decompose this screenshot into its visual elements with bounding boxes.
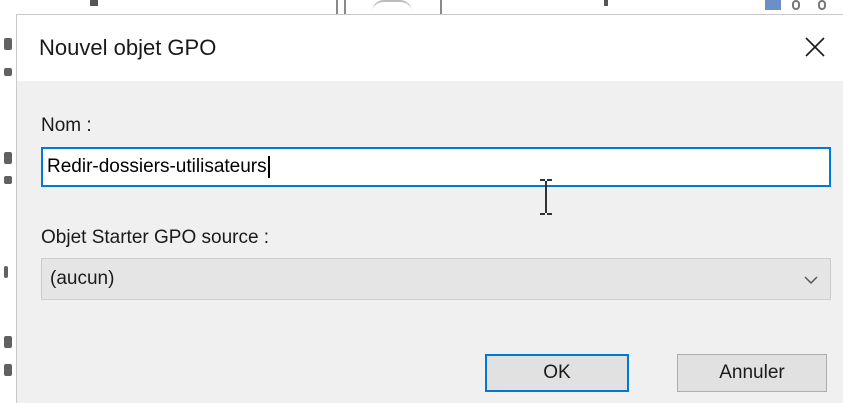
dialog-titlebar: Nouvel objet GPO — [17, 15, 843, 81]
background-fragment — [765, 0, 781, 10]
ok-button[interactable]: OK — [485, 354, 629, 392]
starter-gpo-select[interactable]: (aucun) — [41, 258, 831, 300]
background-fragment — [372, 0, 412, 12]
background-window-strip — [0, 0, 843, 14]
background-fragment — [4, 68, 12, 76]
background-fragment — [344, 0, 346, 14]
background-fragment — [440, 0, 442, 14]
background-fragment — [818, 0, 826, 10]
background-fragment — [4, 152, 12, 164]
new-gpo-dialog: Nouvel objet GPO Nom : Redir-dossiers-ut… — [16, 14, 843, 403]
background-fragment — [4, 38, 12, 50]
text-caret — [267, 156, 270, 178]
close-button[interactable] — [787, 21, 843, 73]
background-fragment — [792, 0, 800, 10]
background-fragment — [4, 266, 8, 278]
ibeam-cursor-icon — [540, 179, 552, 215]
background-fragment — [90, 0, 98, 6]
background-window-edge — [0, 14, 16, 403]
background-fragment — [4, 364, 12, 376]
dialog-body: Nom : Redir-dossiers-utilisateurs Objet … — [17, 81, 843, 403]
chevron-down-icon — [804, 276, 818, 285]
name-input-value: Redir-dossiers-utilisateurs — [47, 156, 267, 177]
background-fragment — [4, 176, 12, 184]
background-fragment — [604, 0, 608, 6]
close-icon — [805, 37, 825, 57]
cancel-button[interactable]: Annuler — [677, 354, 827, 392]
starter-gpo-label: Objet Starter GPO source : — [41, 227, 270, 248]
background-fragment — [4, 336, 12, 348]
name-input[interactable]: Redir-dossiers-utilisateurs — [41, 147, 831, 187]
screen: Nouvel objet GPO Nom : Redir-dossiers-ut… — [0, 0, 843, 403]
dialog-title: Nouvel objet GPO — [39, 35, 217, 60]
starter-gpo-selected-value: (aucun) — [50, 268, 115, 289]
name-label: Nom : — [41, 115, 92, 136]
background-fragment — [336, 0, 338, 14]
